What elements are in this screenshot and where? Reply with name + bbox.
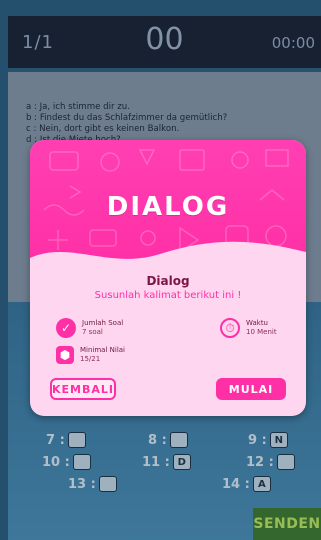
shield-icon: ⬢: [56, 346, 74, 364]
min-value: 15/21: [80, 355, 101, 363]
time-info: ⏱ Waktu 10 Menit: [220, 318, 277, 338]
time-value: 10 Menit: [246, 328, 277, 336]
dialog-subtitle: Susunlah kalimat berikut ini !: [94, 290, 242, 301]
back-button[interactable]: KEMBALI: [50, 378, 116, 400]
question-count: ✓ Jumlah Soal 7 soal: [56, 318, 123, 338]
wave-divider: [30, 241, 306, 278]
stopwatch-icon: ⏱: [220, 318, 240, 338]
dialog-hero: DIALOG: [30, 140, 306, 278]
dialog-title: Dialog: [146, 274, 190, 288]
time-label: Waktu: [246, 319, 268, 327]
count-value: 7 soal: [82, 328, 103, 336]
start-button[interactable]: MULAI: [216, 378, 286, 400]
minimum-score: ⬢ Minimal Nilai 15/21: [56, 346, 125, 364]
dialog-modal: DIALOG Dialog Susunlah kalimat berikut i…: [30, 140, 306, 416]
count-label: Jumlah Soal: [82, 319, 124, 327]
check-icon: ✓: [56, 318, 76, 338]
dialog-hero-title: DIALOG: [106, 192, 230, 222]
min-label: Minimal Nilai: [80, 346, 126, 354]
